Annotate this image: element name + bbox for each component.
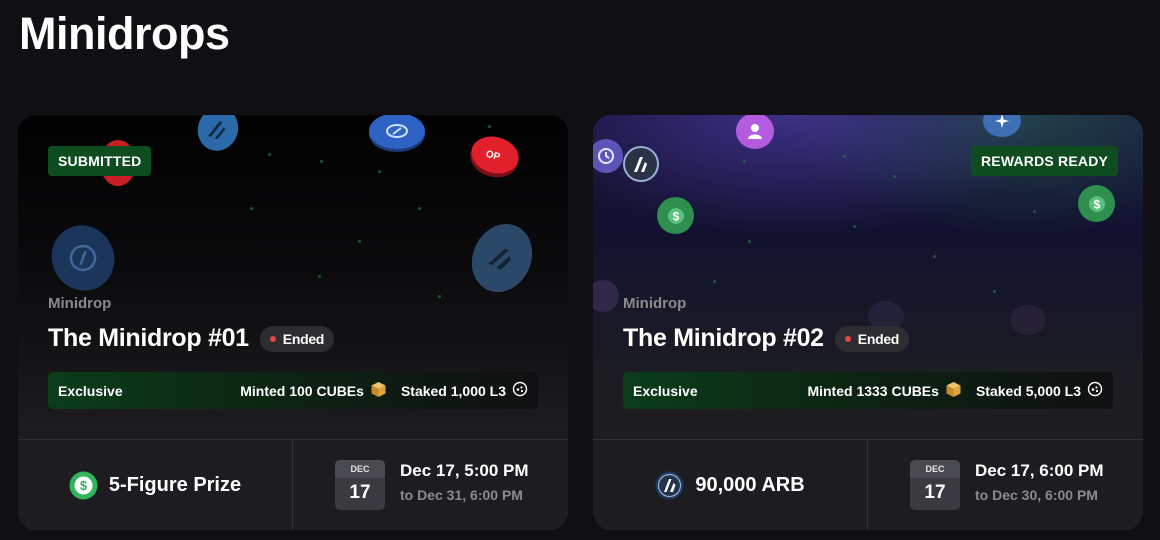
svg-text:OP: OP bbox=[484, 149, 501, 163]
calendar-month: DEC bbox=[910, 460, 960, 478]
prize-section: $ 5-Figure Prize bbox=[18, 440, 292, 530]
dollar-coin-icon: $ bbox=[657, 197, 694, 234]
status-badge: REWARDS READY bbox=[971, 146, 1119, 176]
arbitrum-icon bbox=[655, 471, 684, 500]
ended-status-pill: Ended bbox=[259, 325, 335, 352]
card-title-text: The Minidrop #02 bbox=[623, 324, 824, 352]
card-hero-banner: $ $ REWARDS READY Minidrop The Minidrop … bbox=[593, 115, 1143, 440]
svg-text:$: $ bbox=[672, 209, 679, 223]
calendar-icon: DEC 17 bbox=[910, 460, 960, 510]
ended-dot-icon bbox=[844, 335, 851, 342]
arbitrum-coin-large-icon bbox=[460, 214, 544, 302]
start-date: Dec 17, 6:00 PM bbox=[975, 461, 1104, 480]
optimism-coin-icon: OP bbox=[467, 131, 523, 179]
end-date: to Dec 31, 6:00 PM bbox=[400, 487, 523, 503]
end-date: to Dec 30, 6:00 PM bbox=[975, 487, 1098, 503]
l3-token-icon bbox=[1087, 381, 1103, 400]
svg-text:$: $ bbox=[1093, 197, 1100, 211]
staked-requirement: Staked 1,000 L3 bbox=[400, 382, 506, 399]
staked-requirement: Staked 5,000 L3 bbox=[975, 382, 1081, 399]
card-title: The Minidrop #02 Ended bbox=[623, 324, 910, 353]
ended-dot-icon bbox=[269, 335, 276, 342]
minted-requirement: Minted 100 CUBEs bbox=[240, 382, 364, 399]
clock-coin-icon bbox=[593, 139, 623, 173]
user-coin-icon bbox=[736, 115, 774, 149]
arbitrum-coin-icon bbox=[623, 146, 659, 182]
svg-text:$: $ bbox=[80, 478, 88, 493]
usdc-coin-icon bbox=[369, 115, 425, 149]
minidrop-card-02[interactable]: $ $ REWARDS READY Minidrop The Minidrop … bbox=[593, 115, 1143, 530]
ended-label: Ended bbox=[857, 330, 900, 347]
calendar-month: DEC bbox=[335, 460, 385, 478]
date-section: DEC 17 Dec 17, 6:00 PM to Dec 30, 6:00 P… bbox=[868, 440, 1143, 530]
calendar-day: 17 bbox=[349, 482, 371, 503]
dollar-coin-icon: $ bbox=[69, 471, 98, 500]
prize-section: 90,000 ARB bbox=[593, 440, 867, 530]
card-eyebrow: Minidrop bbox=[48, 295, 112, 312]
user-coin-faded-icon bbox=[593, 280, 619, 312]
exclusive-label: Exclusive bbox=[58, 382, 123, 399]
ended-label: Ended bbox=[282, 330, 325, 347]
cube-icon bbox=[945, 381, 962, 401]
status-badge: SUBMITTED bbox=[48, 146, 152, 176]
minidrop-card-01[interactable]: OP SUBMITTED Minidrop The Minidrop #01 E… bbox=[18, 115, 568, 530]
start-date: Dec 17, 5:00 PM bbox=[400, 461, 529, 480]
date-section: DEC 17 Dec 17, 5:00 PM to Dec 31, 6:00 P… bbox=[293, 440, 568, 530]
page-title: Minidrops bbox=[19, 8, 230, 59]
l3-token-icon bbox=[512, 381, 528, 400]
usdc-coin-large-icon bbox=[40, 214, 126, 302]
eligibility-bar: Exclusive Minted 100 CUBEs Staked 1,000 … bbox=[48, 372, 538, 409]
calendar-icon: DEC 17 bbox=[335, 460, 385, 510]
calendar-day: 17 bbox=[924, 482, 946, 503]
exclusive-label: Exclusive bbox=[633, 382, 698, 399]
card-hero-banner: OP SUBMITTED Minidrop The Minidrop #01 E… bbox=[18, 115, 568, 440]
arbitrum-coin-icon bbox=[191, 115, 245, 157]
ended-status-pill: Ended bbox=[834, 325, 910, 352]
card-eyebrow: Minidrop bbox=[623, 295, 687, 312]
faded-coin-icon bbox=[1010, 305, 1046, 335]
dollar-coin-icon: $ bbox=[1078, 185, 1115, 222]
prize-label: 90,000 ARB bbox=[695, 473, 805, 496]
sparkle-coin-icon bbox=[983, 115, 1021, 137]
eligibility-bar: Exclusive Minted 1333 CUBEs Staked 5,000… bbox=[623, 372, 1113, 409]
card-title: The Minidrop #01 Ended bbox=[48, 324, 335, 353]
cube-icon bbox=[370, 381, 387, 401]
card-title-text: The Minidrop #01 bbox=[48, 324, 249, 352]
minted-requirement: Minted 1333 CUBEs bbox=[807, 382, 939, 399]
prize-label: 5-Figure Prize bbox=[108, 473, 242, 496]
